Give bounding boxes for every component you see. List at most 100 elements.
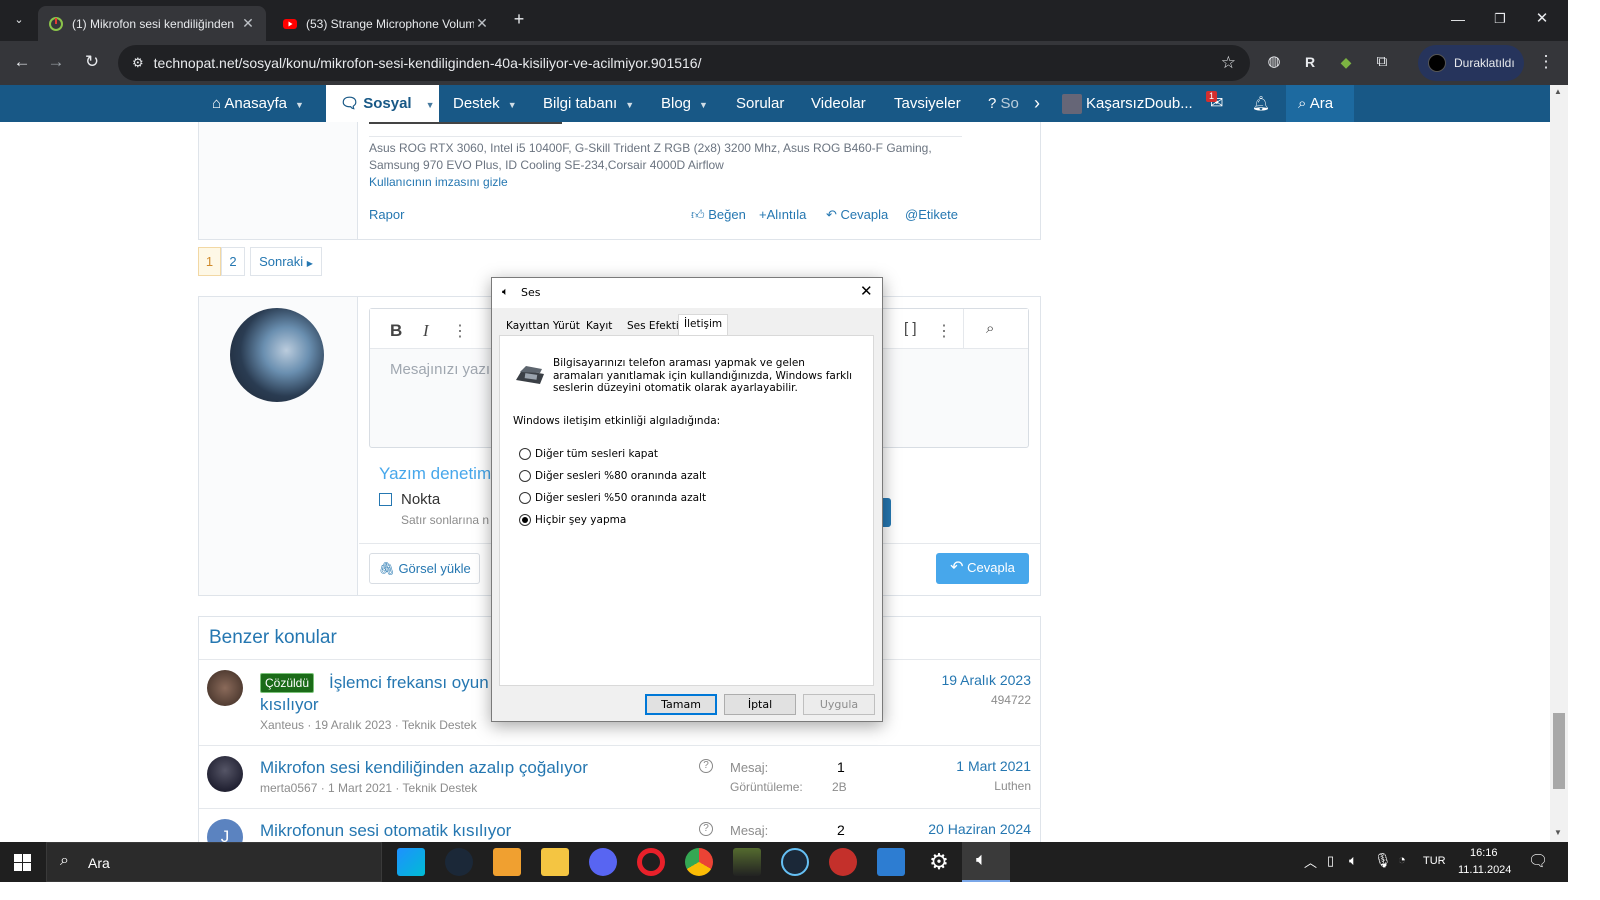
radio-circle[interactable] <box>519 492 531 504</box>
radio-circle-selected[interactable] <box>519 514 531 526</box>
globe-extension-icon[interactable]: ◍ <box>1264 52 1284 72</box>
hide-signature-link[interactable]: Kullanıcının imzasını gizle <box>369 174 508 191</box>
page-1-button[interactable]: 1 <box>198 247 221 276</box>
more-options-icon[interactable]: ⋮ <box>452 321 468 341</box>
tab-communications[interactable]: İletişim <box>678 314 729 336</box>
last-post-date[interactable]: 1 Mart 2021 <box>956 758 1031 774</box>
forward-icon[interactable]: → <box>46 52 66 72</box>
thread-title[interactable]: İşlemci frekansı oyun i <box>329 673 497 693</box>
clock-date[interactable]: 11.11.2024 <box>1458 864 1511 876</box>
nav-item-anasayfa[interactable]: ⌂ Anasayfa ▼ <box>212 85 304 122</box>
report-link[interactable]: Rapor <box>369 207 404 222</box>
battery-icon[interactable]: ▯ <box>1327 853 1334 869</box>
chevron-down-icon[interactable]: ▼ <box>699 100 708 110</box>
wifi-icon[interactable]: ◔ <box>1398 852 1406 867</box>
nav-item-videolar[interactable]: Videolar <box>811 85 866 122</box>
store-app-icon[interactable] <box>397 848 425 876</box>
avatar[interactable] <box>230 308 324 402</box>
radio-circle[interactable] <box>519 448 531 460</box>
thread-row[interactable]: J Mikrofonun sesi otomatik kısılıyor ? M… <box>199 808 1041 842</box>
inbox-icon[interactable]: ✉ 1 <box>1206 85 1223 122</box>
reload-icon[interactable]: ↻ <box>82 52 102 72</box>
message-input-placeholder[interactable]: Mesajınızı yazın <box>390 361 498 378</box>
upload-image-button[interactable]: 🖇︎ Görsel yükle <box>369 553 480 584</box>
italic-icon[interactable]: I <box>423 321 429 341</box>
media-app-icon[interactable] <box>493 848 521 876</box>
user-menu[interactable]: KaşarsızDoub... <box>1062 85 1193 122</box>
scroll-down-arrow[interactable]: ▼ <box>1554 828 1562 837</box>
steam-app-icon[interactable] <box>781 848 809 876</box>
tab-recording[interactable]: Kayıt <box>580 316 618 335</box>
tag-button[interactable]: @Etikete <box>905 207 958 222</box>
browser-tab[interactable]: (53) Strange Microphone Volum ✕ <box>272 6 500 41</box>
profile-button[interactable]: Duraklatıldı <box>1418 45 1524 81</box>
chevron-down-icon[interactable]: ▼ <box>295 100 304 110</box>
nav-item-so[interactable]: ? So <box>988 85 1024 122</box>
discord-icon[interactable] <box>589 848 617 876</box>
settings-window-icon[interactable] <box>877 848 905 876</box>
restore-icon[interactable]: ❐ <box>1490 9 1510 29</box>
thread-title[interactable]: Mikrofonun sesi otomatik kısılıyor <box>260 821 511 841</box>
volume-icon[interactable]: 🔈︎ <box>1349 852 1357 869</box>
clock-time[interactable]: 16:16 <box>1470 847 1498 859</box>
bookmark-star-icon[interactable]: ☆ <box>1221 53 1236 73</box>
extensions-puzzle-icon[interactable]: ⧉ <box>1372 52 1392 72</box>
game-app-icon[interactable] <box>733 848 761 876</box>
cancel-button[interactable]: İptal <box>724 694 796 715</box>
minimize-icon[interactable]: — <box>1448 9 1468 29</box>
last-post-date[interactable]: 20 Haziran 2024 <box>928 821 1031 837</box>
preview-icon[interactable]: ⌕ <box>986 320 994 337</box>
tab-playback[interactable]: Kayıttan Yürüt <box>500 316 586 335</box>
nav-item-tavsiyeler[interactable]: Tavsiyeler <box>894 85 961 122</box>
settings-gear-icon[interactable]: ⚙ <box>925 848 953 876</box>
dialog-titlebar[interactable]: 🔈︎ Ses ✕ <box>492 278 882 308</box>
next-page-button[interactable]: Sonraki ▶ <box>250 247 322 276</box>
youtube-app-icon[interactable] <box>829 848 857 876</box>
last-post-date[interactable]: 19 Aralık 2023 <box>941 672 1031 688</box>
radio-mute-all[interactable]: Diğer tüm sesleri kapat <box>519 448 658 460</box>
language-indicator[interactable]: TUR <box>1423 855 1446 867</box>
windows-start-icon[interactable] <box>14 854 31 871</box>
nav-scroll-right-icon[interactable]: › <box>1034 85 1040 122</box>
chevron-up-icon[interactable]: ︿ <box>1304 852 1317 871</box>
tab-search-button[interactable]: ⌄ <box>8 10 30 30</box>
reply-button[interactable]: ↶ Cevapla <box>826 207 888 223</box>
active-app-highlight[interactable]: 🔈︎ <box>962 842 1010 882</box>
search-button[interactable]: ⌕ Ara <box>1286 85 1354 122</box>
nav-item-bilgi-tabani[interactable]: Bilgi tabanı ▼ <box>543 85 634 122</box>
translate-extension-icon[interactable]: R <box>1300 52 1320 72</box>
page-scrollbar[interactable]: ▲ ▼ <box>1550 85 1568 842</box>
opera-icon[interactable] <box>637 848 665 876</box>
microphone-icon[interactable]: 🎙︎ <box>1374 852 1392 869</box>
like-button[interactable]: 👍︎ Beğen <box>691 207 746 223</box>
nav-item-sosyal[interactable]: 🗨 Sosyal ▼ <box>326 85 439 122</box>
browser-tab-active[interactable]: (1) Mikrofon sesi kendiliğinden ✕ <box>38 6 266 41</box>
radio-reduce-50[interactable]: Diğer sesleri %50 oranında azalt <box>519 492 706 504</box>
close-window-icon[interactable]: ✕ <box>1532 9 1552 29</box>
attachment-thumbnail[interactable] <box>369 122 562 124</box>
code-bracket-icon[interactable]: [ ] <box>904 320 917 337</box>
scrollbar-thumb[interactable] <box>1553 713 1565 789</box>
notifications-icon[interactable]: 🗨︎ <box>1528 851 1548 871</box>
radio-circle[interactable] <box>519 470 531 482</box>
site-info-icon[interactable]: ⚙ <box>132 55 144 71</box>
radio-do-nothing[interactable]: Hiçbir şey yapma <box>519 514 626 526</box>
apply-button[interactable]: Uygula <box>803 694 875 715</box>
scroll-up-arrow[interactable]: ▲ <box>1554 87 1562 96</box>
ok-button[interactable]: Tamam <box>645 694 717 715</box>
menu-kebab-icon[interactable]: ⋮ <box>1536 52 1556 72</box>
thread-title-continued[interactable]: kısılıyor <box>260 695 319 715</box>
avatar[interactable] <box>207 756 243 792</box>
quote-button[interactable]: +Alıntıla <box>759 207 806 222</box>
avatar[interactable]: J <box>207 819 243 842</box>
close-tab-icon[interactable]: ✕ <box>240 15 256 32</box>
avatar[interactable] <box>207 670 243 706</box>
chevron-down-icon[interactable]: ▼ <box>426 100 435 110</box>
more-options-icon[interactable]: ⋮ <box>936 321 952 341</box>
last-post-user[interactable]: 494722 <box>991 693 1031 707</box>
submit-reply-button[interactable]: ↶ Cevapla <box>936 553 1029 584</box>
last-post-user[interactable]: Luthen <box>994 779 1031 793</box>
chevron-down-icon[interactable]: ▼ <box>508 100 517 110</box>
radio-reduce-80[interactable]: Diğer sesleri %80 oranında azalt <box>519 470 706 482</box>
chrome-icon[interactable] <box>685 848 713 876</box>
